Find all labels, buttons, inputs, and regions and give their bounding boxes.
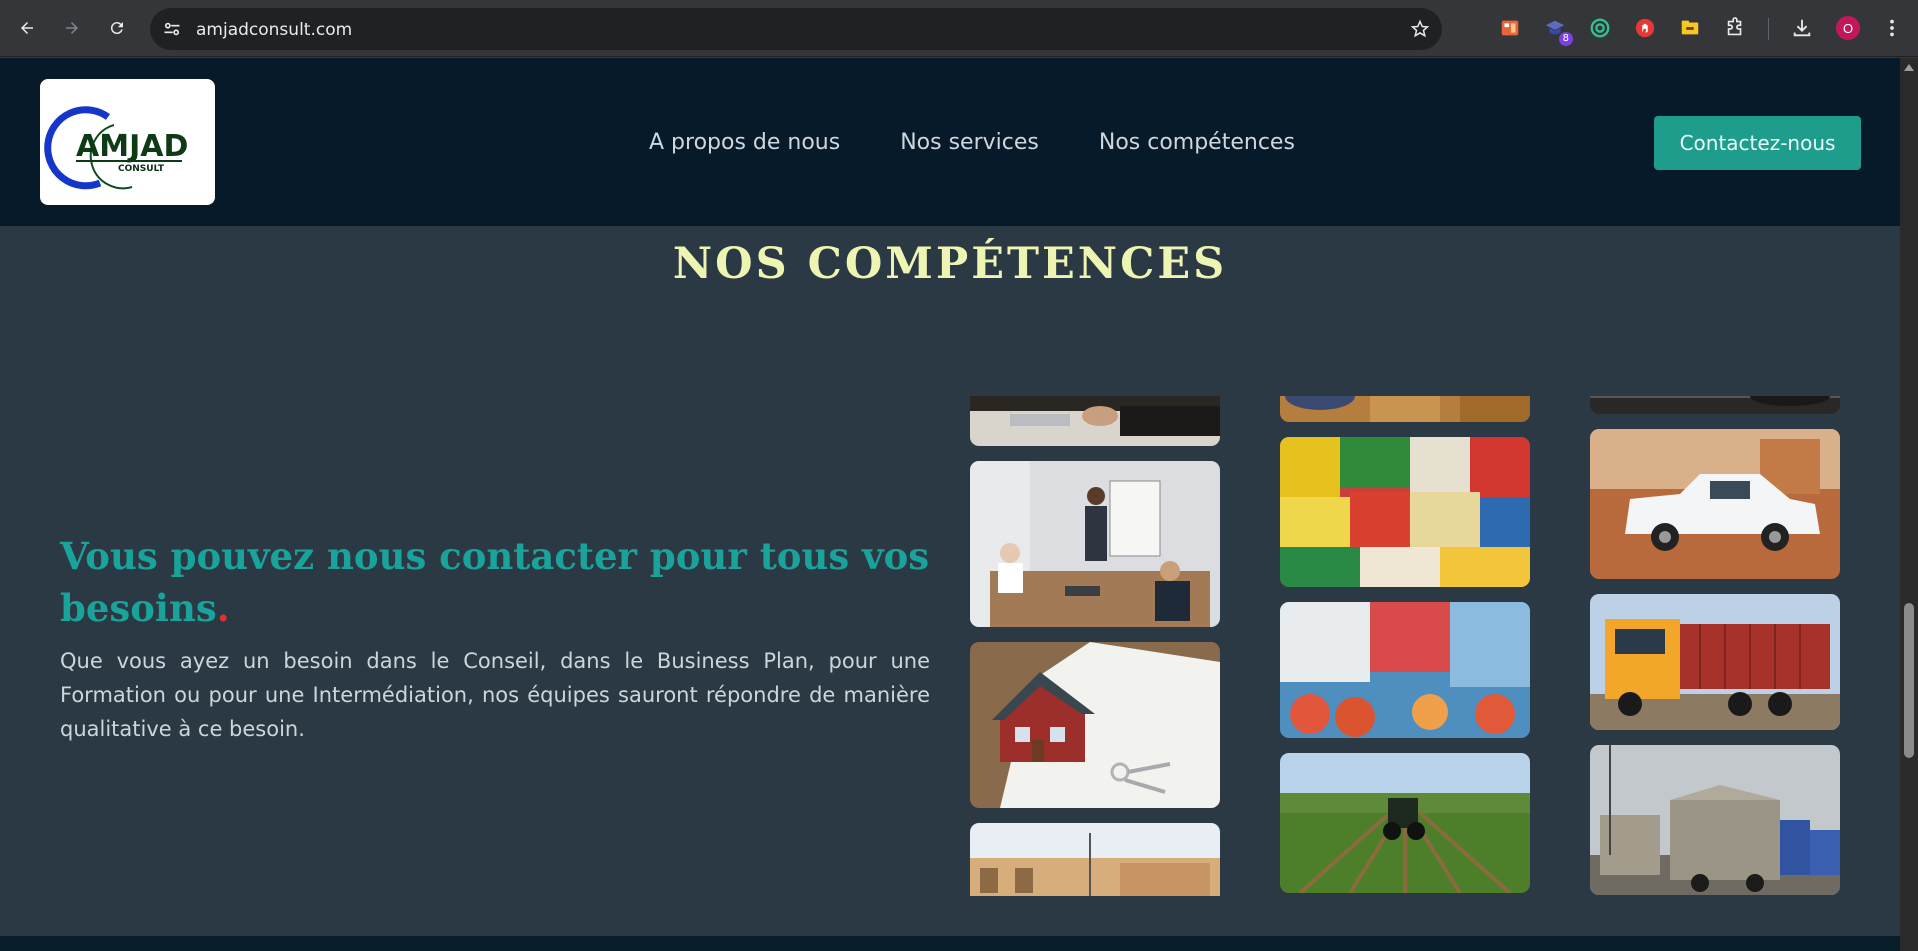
footer-strip xyxy=(0,936,1900,951)
forward-button[interactable] xyxy=(57,13,87,43)
nav-link-services[interactable]: Nos services xyxy=(900,130,1039,155)
url-text[interactable]: amjadconsult.com xyxy=(196,20,352,40)
site-header: AMJAD CONSULT A propos de nous Nos servi… xyxy=(0,58,1900,226)
arrow-right-icon xyxy=(66,22,78,34)
nav-link-about[interactable]: A propos de nous xyxy=(649,130,840,155)
browser-menu-icon[interactable] xyxy=(1880,16,1904,40)
extension-folder-icon[interactable] xyxy=(1678,16,1702,40)
car-photo xyxy=(1590,396,1840,414)
browser-toolbar: amjadconsult.com 8 O xyxy=(0,0,1918,57)
profile-avatar[interactable]: O xyxy=(1836,16,1860,40)
presentation-whiteboard-photo xyxy=(970,461,1220,627)
section-title: NOS COMPÉTENCES xyxy=(672,239,1228,289)
svg-text:CONSULT: CONSULT xyxy=(118,164,165,174)
scroll-thumb[interactable] xyxy=(1904,603,1914,758)
loaded-trucks-photo xyxy=(1590,745,1840,895)
house-model-keys-photo xyxy=(970,642,1220,808)
rice-sacks-gas-bottles-photo xyxy=(1280,602,1530,738)
address-bar[interactable]: amjadconsult.com xyxy=(150,8,1442,50)
extension-graduation-icon[interactable]: 8 xyxy=(1543,16,1573,46)
contact-us-button[interactable]: Contactez-nous xyxy=(1654,116,1861,170)
contact-headline: Vous pouvez nous contacter pour tous vos… xyxy=(60,530,940,634)
competences-section: NOS COMPÉTENCES Vous pouvez nous contact… xyxy=(0,226,1900,936)
grocery-goods-photo xyxy=(1280,437,1530,587)
extension-target-icon[interactable] xyxy=(1588,16,1612,40)
market-baskets-photo xyxy=(1280,396,1530,422)
tractor-field-photo xyxy=(1280,753,1530,893)
reload-button[interactable] xyxy=(102,13,132,43)
site-info-icon[interactable] xyxy=(162,19,182,39)
extension-badge: 8 xyxy=(1558,32,1573,46)
svg-text:AMJAD: AMJAD xyxy=(76,129,188,164)
download-icon[interactable] xyxy=(1790,16,1814,40)
amjad-logo-icon: AMJAD CONSULT xyxy=(44,106,188,190)
meeting-laptops-photo xyxy=(970,396,1220,446)
arrow-left-icon xyxy=(21,22,33,34)
description-paragraph: Que vous ayez un besoin dans le Conseil,… xyxy=(60,649,930,741)
page-scrollbar[interactable] xyxy=(1900,58,1918,951)
headline-text: Vous pouvez nous contacter pour tous vos… xyxy=(60,534,930,630)
scroll-up-arrow-icon[interactable] xyxy=(1904,64,1914,71)
bookmark-star-icon[interactable] xyxy=(1410,19,1430,39)
toolbar-separator xyxy=(1768,18,1769,40)
reload-icon xyxy=(110,22,123,35)
container-truck-photo xyxy=(1590,594,1840,730)
white-pickup-truck-photo xyxy=(1590,429,1840,579)
site-logo[interactable]: AMJAD CONSULT xyxy=(40,79,215,205)
photo-gallery xyxy=(970,396,1850,896)
headline-dot: . xyxy=(216,586,230,630)
extensions-puzzle-icon[interactable] xyxy=(1723,16,1747,40)
buildings-street-photo xyxy=(970,823,1220,896)
nav-link-competences[interactable]: Nos compétences xyxy=(1099,130,1295,155)
main-navigation: A propos de nous Nos services Nos compét… xyxy=(649,130,1295,155)
extension-hand-icon[interactable] xyxy=(1633,16,1657,40)
extension-pocket-icon[interactable] xyxy=(1498,16,1522,40)
back-button[interactable] xyxy=(12,13,42,43)
